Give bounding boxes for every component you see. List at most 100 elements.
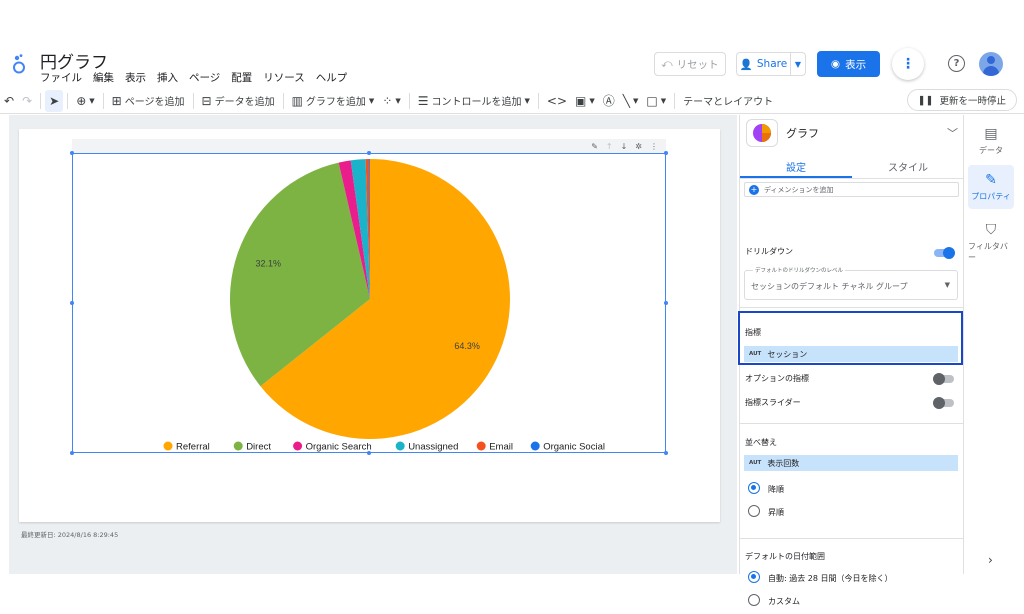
arrow-down-icon[interactable]: ↓ bbox=[621, 142, 628, 151]
pencil-icon[interactable]: ✎ bbox=[591, 142, 598, 151]
menu-file[interactable]: ファイル bbox=[40, 70, 82, 85]
panel-title: グラフ bbox=[786, 127, 819, 140]
optional-metrics-toggle[interactable] bbox=[933, 373, 954, 385]
resize-handle[interactable] bbox=[664, 301, 668, 305]
select-tool-button[interactable]: ➤ bbox=[45, 89, 64, 112]
chevron-down-icon: ▼ bbox=[395, 96, 401, 105]
legend-item-direct[interactable]: Direct bbox=[233, 441, 272, 453]
date-custom-label: カスタム bbox=[768, 597, 800, 606]
components-icon: ⁘ bbox=[382, 93, 393, 108]
image-button[interactable]: ▣ ▼ bbox=[571, 90, 599, 112]
redo-button[interactable]: ↷ bbox=[18, 90, 36, 112]
legend-item-unassigned[interactable]: Unassigned bbox=[395, 441, 459, 453]
dropdown-arrow-icon: ▼ bbox=[944, 281, 950, 289]
more-vert-icon[interactable]: ⋮ bbox=[650, 142, 658, 151]
menu-arrange[interactable]: 配置 bbox=[231, 70, 252, 85]
field-type-badge: AUT bbox=[749, 351, 762, 357]
undo-button[interactable]: ↶ bbox=[0, 90, 18, 112]
resize-handle[interactable] bbox=[664, 451, 668, 455]
chevron-right-icon[interactable]: › bbox=[988, 553, 993, 567]
text-button[interactable]: Ⓐ bbox=[599, 90, 619, 112]
add-dimension-button[interactable]: + ディメンションを追加 bbox=[744, 182, 959, 197]
metric-chip[interactable]: AUT セッション bbox=[744, 346, 958, 362]
legend-swatch bbox=[233, 441, 243, 451]
drilldown-toggle[interactable] bbox=[934, 247, 955, 259]
date-auto-radio[interactable] bbox=[748, 571, 760, 583]
add-control-button[interactable]: ☰ コントロールを追加 ▼ bbox=[414, 90, 534, 112]
legend-label: Organic Search bbox=[306, 442, 372, 453]
rail-properties-button[interactable]: ✎ プロパティ bbox=[968, 165, 1014, 209]
resize-handle[interactable] bbox=[367, 151, 371, 155]
sort-chip[interactable]: AUT 表示回数 bbox=[744, 455, 958, 471]
menu-insert[interactable]: 挿入 bbox=[157, 70, 178, 85]
pie-chart[interactable]: 64.3% 32.1% Referral Direct Organic Search Un… bbox=[72, 153, 666, 453]
zoom-button[interactable]: ⊕ ▼ bbox=[72, 90, 98, 112]
share-menu-chevron-icon[interactable]: ▼ bbox=[791, 60, 805, 69]
help-icon[interactable]: ? bbox=[948, 55, 965, 72]
rail-data-button[interactable]: ▤ データ bbox=[968, 119, 1014, 163]
toolbar-divider bbox=[40, 92, 42, 109]
shape-button[interactable]: □ ▼ bbox=[642, 90, 670, 112]
legend-item-email[interactable]: Email bbox=[476, 441, 513, 453]
add-page-button[interactable]: ⊞ ページを追加 bbox=[108, 90, 189, 112]
community-visualizations-button[interactable]: ⁘ ▼ bbox=[378, 90, 404, 112]
rail-filter-bar-button[interactable]: ⛉ フィルタバー bbox=[968, 215, 1014, 263]
embed-url-button[interactable]: <> bbox=[543, 90, 571, 112]
pencil-icon: ✎ bbox=[985, 172, 997, 188]
legend-item-organic-social[interactable]: Organic Social bbox=[530, 441, 605, 453]
legend-label: Referral bbox=[176, 442, 210, 453]
theme-layout-button[interactable]: テーマとレイアウト bbox=[679, 90, 777, 112]
sort-descending-radio[interactable] bbox=[748, 482, 760, 494]
report-page[interactable]: ✎ ↑ ↓ ✲ ⋮ 64.3% 32.1% Referral Direct Organi… bbox=[19, 129, 720, 522]
date-range-label: デフォルトの日付範囲 bbox=[745, 552, 825, 561]
default-drill-level-select[interactable]: デフォルトのドリルダウンのレベル セッションのデフォルト チャネル グループ ▼ bbox=[744, 266, 958, 300]
add-chart-icon: ▥ bbox=[291, 93, 303, 108]
sort-ascending-radio[interactable] bbox=[748, 505, 760, 517]
share-button[interactable]: 👤 Share ▼ bbox=[736, 52, 806, 76]
optional-metrics-label: オプションの指標 bbox=[745, 374, 809, 383]
pie-chart-svg: 64.3% 32.1% Referral Direct Organic Search Un… bbox=[163, 159, 605, 453]
resize-handle[interactable] bbox=[367, 451, 371, 455]
line-button[interactable]: ╲ ▼ bbox=[619, 90, 643, 112]
menu-view[interactable]: 表示 bbox=[125, 70, 146, 85]
reset-button[interactable]: ⤺ リセット bbox=[654, 52, 726, 76]
chevron-down-icon: ▼ bbox=[589, 96, 595, 105]
date-custom-radio[interactable] bbox=[748, 594, 760, 606]
line-icon: ╲ bbox=[622, 93, 631, 108]
menu-resource[interactable]: リソース bbox=[263, 70, 304, 85]
explore-icon[interactable]: ✲ bbox=[635, 142, 642, 151]
toolbar-divider bbox=[67, 92, 69, 109]
tab-style[interactable]: スタイル bbox=[852, 153, 964, 178]
rectangle-icon: □ bbox=[646, 93, 658, 108]
chart-type-selector[interactable] bbox=[746, 119, 778, 147]
resize-handle[interactable] bbox=[70, 151, 74, 155]
tab-setup[interactable]: 設定 bbox=[740, 153, 852, 178]
cursor-icon: ➤ bbox=[49, 93, 60, 108]
resize-handle[interactable] bbox=[664, 151, 668, 155]
control-icon: ☰ bbox=[417, 93, 429, 108]
legend-item-referral[interactable]: Referral bbox=[163, 441, 210, 453]
avatar[interactable] bbox=[979, 52, 1003, 76]
menu-page[interactable]: ページ bbox=[189, 70, 220, 85]
metric-slider-toggle[interactable] bbox=[933, 397, 954, 409]
legend-label: Unassigned bbox=[408, 442, 458, 453]
more-options-button[interactable]: ⋮ bbox=[892, 48, 924, 80]
resize-handle[interactable] bbox=[70, 301, 74, 305]
chevron-down-icon[interactable]: ﹀ bbox=[947, 125, 958, 141]
editor-toolbar: ↶ ↷ ➤ ⊕ ▼ ⊞ ページを追加 ⊟ データを追加 ▥ グラフを追加 ▼ ⁘ ▼ ☰ コン… bbox=[0, 88, 1024, 114]
menu-help[interactable]: ヘルプ bbox=[316, 70, 348, 85]
legend-item-organic-search[interactable]: Organic Search bbox=[293, 441, 372, 453]
resize-handle[interactable] bbox=[70, 451, 74, 455]
add-data-button[interactable]: ⊟ データを追加 bbox=[198, 90, 279, 112]
pause-updates-button[interactable]: ❚❚ 更新を一時停止 bbox=[906, 89, 1017, 111]
pie-data-label: 64.3% bbox=[454, 341, 480, 351]
legend-swatch bbox=[476, 441, 486, 451]
arrow-up-icon[interactable]: ↑ bbox=[606, 142, 613, 151]
add-chart-button[interactable]: ▥ グラフを追加 ▼ bbox=[288, 90, 379, 112]
add-data-icon: ⊟ bbox=[201, 93, 212, 108]
menu-edit[interactable]: 編集 bbox=[93, 70, 114, 85]
view-button[interactable]: ◉ 表示 bbox=[817, 51, 880, 77]
toolbar-divider bbox=[192, 92, 194, 109]
last-updated-text: 最終更新日: 2024/8/16 8:29:45 bbox=[21, 531, 119, 539]
panel-tabs: 設定 スタイル bbox=[740, 153, 964, 179]
